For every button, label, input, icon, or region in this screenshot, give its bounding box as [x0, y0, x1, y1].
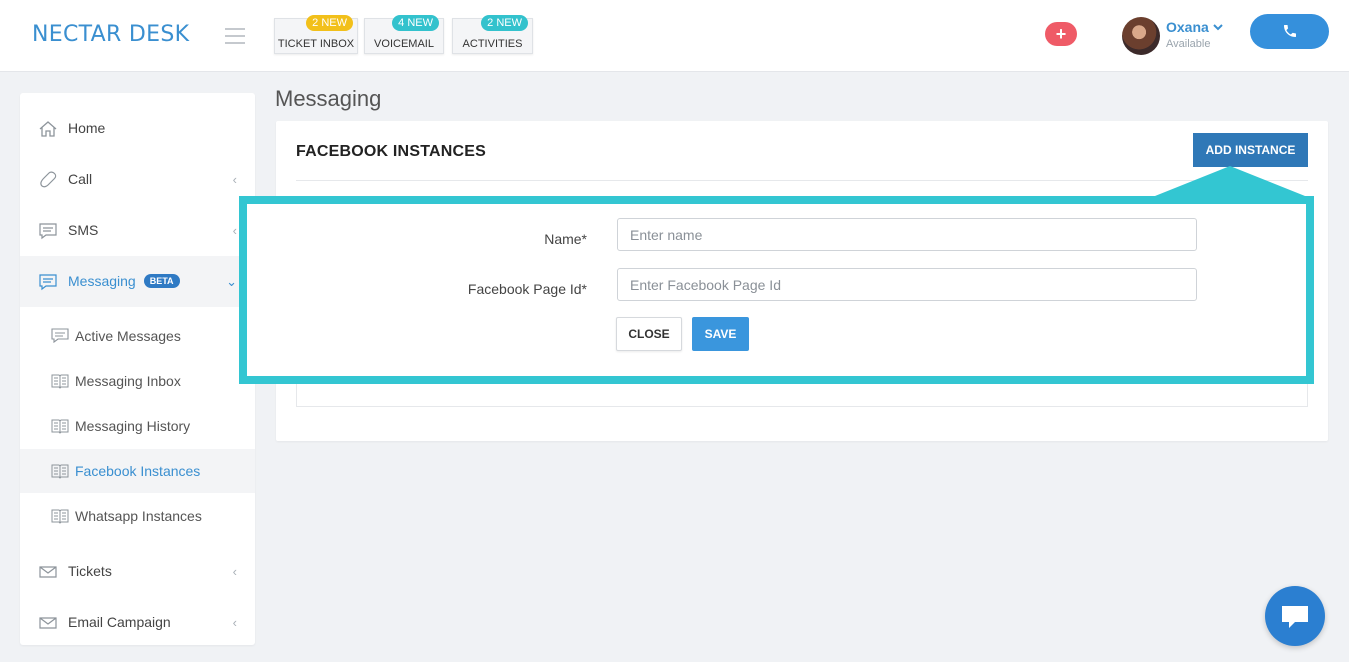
tab-label: ACTIVITIES	[462, 38, 523, 50]
sidebar-item-home[interactable]: Home	[20, 103, 255, 154]
sidebar-subitem-label: Whatsapp Instances	[75, 508, 202, 524]
chat-icon	[51, 328, 69, 344]
home-icon	[39, 121, 57, 137]
sidebar-item-label: Home	[68, 120, 106, 136]
phone-icon	[40, 171, 57, 188]
name-input[interactable]	[617, 218, 1197, 251]
book-icon	[51, 374, 69, 389]
ticket-inbox-badge: 2 NEW	[306, 15, 353, 31]
page-title: Messaging	[275, 86, 382, 111]
sidebar-item-call[interactable]: Call ‹	[20, 154, 255, 205]
page-id-label: Facebook Page Id*	[467, 281, 587, 297]
book-icon	[51, 509, 69, 524]
book-icon	[51, 419, 69, 434]
chevron-down-icon	[1212, 24, 1223, 31]
sidebar-item-label: SMS	[68, 222, 99, 238]
avatar[interactable]	[1122, 17, 1160, 55]
chevron-left-icon: ‹	[232, 172, 237, 187]
user-status: Available	[1166, 38, 1211, 50]
chat-widget-button[interactable]	[1265, 586, 1325, 646]
chevron-down-icon: ⌄	[226, 274, 237, 289]
beta-badge: BETA	[143, 274, 180, 288]
sidebar-item-email-campaign[interactable]: Email Campaign ‹	[20, 597, 255, 648]
phone-icon	[1283, 25, 1296, 37]
sidebar-item-label: Call	[68, 171, 93, 187]
sidebar-subitem-label: Messaging History	[75, 418, 191, 434]
sidebar-item-label: Email Campaign	[68, 614, 171, 630]
tab-label: TICKET INBOX	[277, 38, 355, 50]
card-title: FACEBOOK INSTANCES	[296, 143, 486, 160]
tab-voicemail[interactable]: 4 NEW VOICEMAIL	[364, 15, 444, 54]
messaging-label: Messaging	[68, 273, 136, 289]
sidebar-subitem-active-messages[interactable]: Active Messages	[20, 314, 255, 358]
sidebar-subitem-whatsapp-instances[interactable]: Whatsapp Instances	[20, 494, 255, 538]
sidebar-subitem-messaging-history[interactable]: Messaging History	[20, 404, 255, 448]
tab-activities[interactable]: 2 NEW ACTIVITIES	[452, 15, 533, 54]
sidebar-item-label: Tickets	[68, 563, 112, 579]
envelope-icon	[39, 617, 57, 629]
sidebar-item-messaging[interactable]: Messaging BETA ⌄	[20, 256, 255, 307]
chevron-left-icon: ‹	[232, 564, 237, 579]
sidebar: Home Call ‹ SMS ‹ Messaging BETA ⌄ Active…	[20, 93, 255, 645]
activities-badge: 2 NEW	[481, 15, 528, 31]
user-name: Oxana	[1166, 19, 1209, 35]
sidebar-item-tickets[interactable]: Tickets ‹	[20, 546, 255, 597]
sidebar-subitem-facebook-instances[interactable]: Facebook Instances	[20, 449, 255, 493]
callout-pointer	[1150, 166, 1310, 198]
app-logo[interactable]: NECTAR DESK	[32, 22, 189, 47]
user-menu[interactable]: Oxana	[1166, 19, 1223, 35]
add-instance-form: Name* Facebook Page Id* CLOSE SAVE	[239, 196, 1314, 384]
sidebar-subitem-messaging-inbox[interactable]: Messaging Inbox	[20, 359, 255, 403]
chat-icon	[39, 274, 57, 291]
envelope-icon	[39, 566, 57, 578]
call-button[interactable]	[1250, 14, 1329, 49]
top-header: NECTAR DESK 2 NEW TICKET INBOX 4 NEW VOI…	[0, 0, 1349, 72]
add-instance-button[interactable]: ADD INSTANCE	[1193, 133, 1308, 167]
chevron-left-icon: ‹	[232, 615, 237, 630]
chevron-left-icon: ‹	[232, 223, 237, 238]
close-button[interactable]: CLOSE	[616, 317, 682, 351]
tab-ticket-inbox[interactable]: 2 NEW TICKET INBOX	[274, 15, 358, 54]
tab-label: VOICEMAIL	[374, 38, 434, 50]
facebook-page-id-input[interactable]	[617, 268, 1197, 301]
sidebar-item-label: Messaging BETA	[68, 273, 180, 289]
sidebar-subitem-label: Active Messages	[75, 328, 181, 344]
voicemail-badge: 4 NEW	[392, 15, 439, 31]
sidebar-subitem-label: Facebook Instances	[75, 463, 201, 479]
chat-icon	[39, 223, 57, 240]
sidebar-subitem-label: Messaging Inbox	[75, 373, 181, 389]
chat-bubble-icon	[1282, 606, 1308, 628]
save-button[interactable]: SAVE	[692, 317, 749, 351]
name-label: Name*	[544, 231, 587, 247]
book-icon	[51, 464, 69, 479]
add-new-button[interactable]: +	[1045, 22, 1077, 46]
sidebar-item-sms[interactable]: SMS ‹	[20, 205, 255, 256]
menu-toggle-icon[interactable]	[225, 28, 245, 44]
